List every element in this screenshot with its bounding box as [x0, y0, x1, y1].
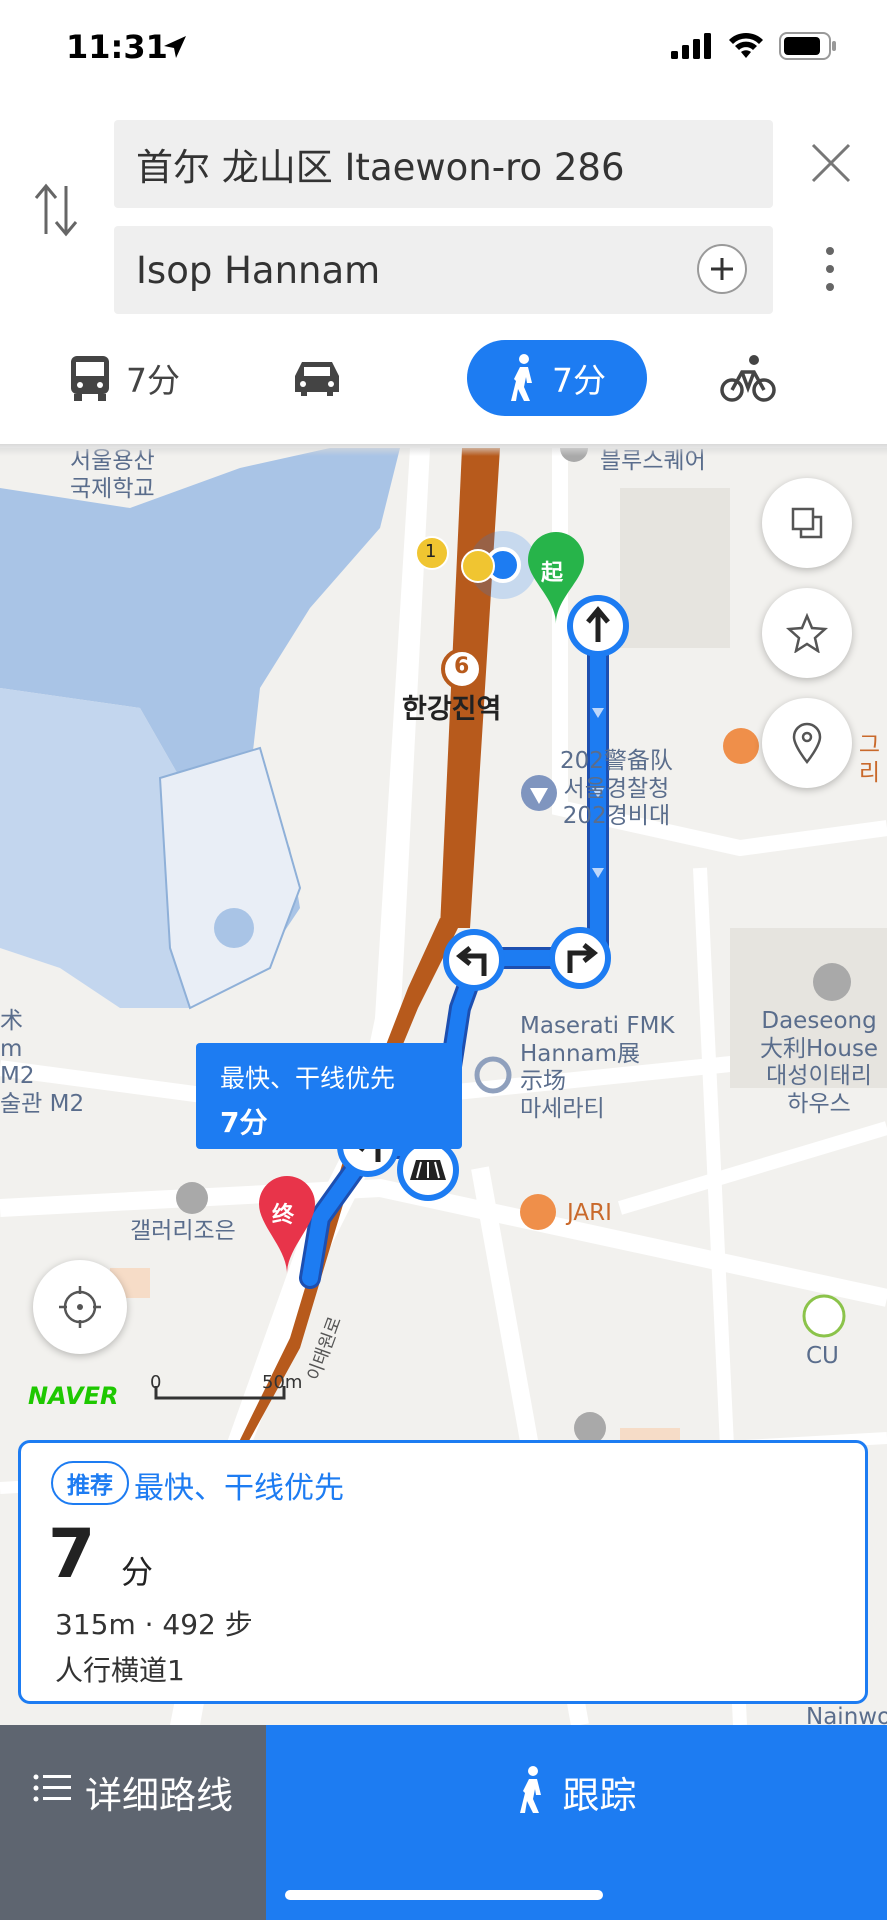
route-time-unit: 分: [121, 1553, 154, 1591]
walk-time: 7分: [552, 361, 606, 400]
plus-icon: [711, 258, 733, 280]
my-location-button[interactable]: [33, 1260, 127, 1354]
close-icon[interactable]: [810, 142, 852, 184]
map-label-jari: JARI: [567, 1200, 612, 1226]
route-card[interactable]: 推荐 最快、干线优先 7 分 315m · 492 步 人行横道1: [18, 1440, 868, 1704]
list-icon: [33, 1774, 71, 1802]
destination-field[interactable]: Isop Hannam: [114, 226, 773, 314]
map-pin-icon: [792, 722, 822, 764]
scale-zero: 0: [150, 1372, 162, 1393]
route-callout[interactable]: 最快、干线优先 7分: [196, 1043, 462, 1149]
map-layers-button[interactable]: [762, 478, 852, 568]
wifi-icon: [729, 32, 763, 58]
route-distance-steps: 315m · 492 步: [55, 1608, 253, 1641]
star-icon: [786, 613, 828, 653]
add-waypoint-button[interactable]: [697, 244, 747, 294]
crosshair-icon: [59, 1286, 101, 1328]
origin-text: 首尔 龙山区 Itaewon-ro 286: [136, 146, 625, 189]
route-crossings: 人行横道1: [55, 1654, 185, 1687]
map-label-school: 서울용산 국제학교: [70, 448, 155, 502]
signal-icon: [671, 33, 711, 59]
more-options-icon[interactable]: [822, 246, 838, 292]
route-title: 最快、干线优先: [134, 1471, 344, 1506]
home-indicator[interactable]: [285, 1890, 603, 1900]
map-label-left-partial: 术 m M2 술관 M2: [0, 1008, 85, 1117]
map-label-police: 202警备队 서울경찰청 202경비대: [560, 748, 673, 830]
tab-transit[interactable]: 7分: [68, 340, 180, 416]
destination-text: Isop Hannam: [136, 248, 381, 292]
detail-route-label: 详细路线: [85, 1774, 233, 1817]
bus-icon: [71, 356, 109, 401]
map-label-cu: CU: [806, 1343, 839, 1369]
scale-50m: 50m: [262, 1372, 303, 1393]
status-time: 11:31: [66, 28, 168, 66]
battery-icon: [779, 32, 836, 60]
transit-time: 7分: [126, 361, 180, 400]
tab-car[interactable]: [292, 340, 342, 416]
pin-button[interactable]: [762, 698, 852, 788]
tab-walk[interactable]: 7分: [467, 340, 647, 416]
recommended-badge: 推荐: [51, 1461, 129, 1505]
map-label-right-partial-top: 그리: [858, 732, 881, 786]
naver-logo: NAVER: [28, 1382, 119, 1410]
start-marker: 起: [541, 561, 564, 586]
walk-icon: [511, 354, 532, 401]
map-label-gallery: 갤러리조은: [130, 1218, 236, 1244]
detail-route-button[interactable]: 详细路线: [0, 1725, 266, 1920]
map-label-station: 한강진역: [402, 694, 502, 725]
swap-icon[interactable]: [32, 182, 80, 238]
layers-icon: [791, 507, 823, 539]
car-icon: [295, 362, 339, 396]
map-label-right-partial-bottom: Nainwo: [806, 1704, 887, 1725]
track-label: 跟踪: [562, 1774, 637, 1817]
header-shadow: [0, 444, 887, 456]
callout-title: 最快、干线优先: [220, 1064, 396, 1093]
origin-field[interactable]: 首尔 龙山区 Itaewon-ro 286: [114, 120, 773, 208]
subway-line-1-badge: 1: [425, 541, 437, 562]
location-arrow-icon: [164, 36, 186, 58]
map-label-daeseong: Daeseong 大利House 대성이태리 하우스: [760, 1008, 879, 1117]
walk-icon: [519, 1766, 541, 1813]
end-marker: 终: [272, 1203, 295, 1228]
bike-icon: [720, 355, 776, 402]
favorite-button[interactable]: [762, 588, 852, 678]
map-label-maserati: Maserati FMK Hannam展 示场 마세라티: [520, 1013, 675, 1122]
subway-line-6-badge: 6: [454, 654, 470, 679]
callout-time: 7分: [220, 1106, 268, 1139]
tab-bike[interactable]: [720, 340, 776, 416]
route-time-value: 7: [48, 1515, 96, 1594]
status-icons: [671, 32, 837, 60]
